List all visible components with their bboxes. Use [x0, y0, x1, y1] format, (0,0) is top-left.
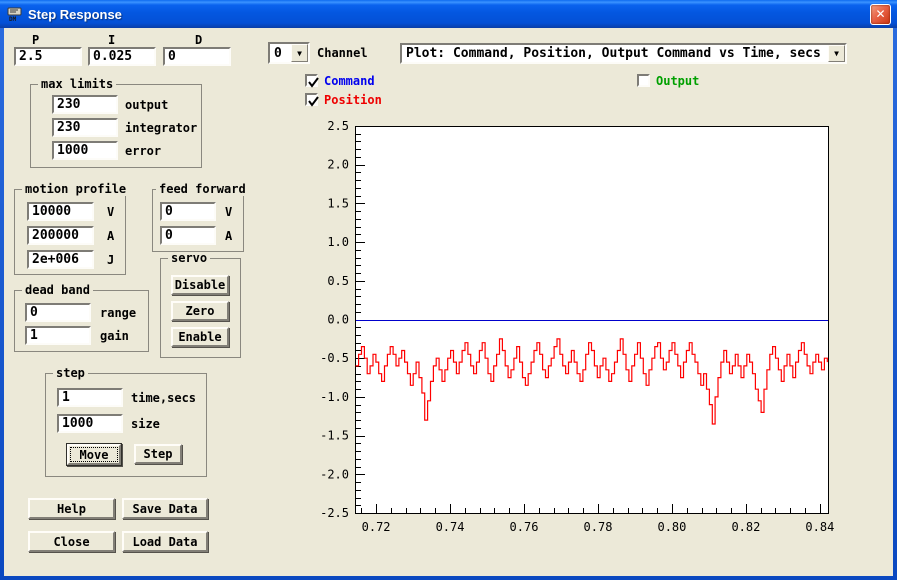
i-input[interactable]	[88, 47, 156, 66]
p-label: P	[32, 34, 39, 47]
servo-group: servo Disable Zero Enable	[160, 258, 241, 358]
profile-a-input[interactable]	[27, 226, 94, 245]
ff-v-label: V	[225, 206, 232, 219]
ff-a-label: A	[225, 230, 232, 243]
profile-j-label: J	[107, 254, 114, 267]
max-error-input[interactable]	[52, 141, 118, 160]
svg-text:0.72: 0.72	[362, 520, 391, 534]
channel-value: 0	[270, 46, 291, 61]
step-button[interactable]: Step	[134, 444, 182, 464]
max-output-label: output	[125, 99, 168, 112]
profile-v-input[interactable]	[27, 202, 94, 221]
step-size-input[interactable]	[57, 414, 123, 433]
channel-select[interactable]: 0 ▼	[268, 42, 310, 64]
profile-v-label: V	[107, 206, 114, 219]
dead-band-group: dead band range gain	[14, 290, 149, 352]
enable-button[interactable]: Enable	[171, 327, 229, 347]
step-title: step	[53, 367, 88, 380]
save-data-button[interactable]: Save Data	[122, 498, 208, 519]
command-checkbox[interactable]	[305, 74, 318, 87]
window-title: Step Response	[28, 7, 122, 22]
svg-text:0.80: 0.80	[657, 520, 686, 534]
position-checkbox[interactable]	[305, 93, 318, 106]
chevron-down-icon[interactable]: ▼	[291, 44, 308, 62]
ff-v-input[interactable]	[160, 202, 216, 221]
step-group: step time,secs size Move Step	[45, 373, 207, 477]
svg-text:1.5: 1.5	[327, 196, 349, 210]
d-label: D	[195, 34, 202, 47]
close-button[interactable]: ✕	[870, 4, 891, 25]
move-button[interactable]: Move	[67, 444, 121, 465]
max-output-input[interactable]	[52, 95, 118, 114]
app-icon: DM	[7, 6, 23, 22]
gain-input[interactable]	[25, 326, 91, 345]
max-limits-title: max limits	[38, 78, 116, 91]
ff-a-input[interactable]	[160, 226, 216, 245]
servo-title: servo	[168, 252, 210, 265]
svg-text:0.78: 0.78	[584, 520, 613, 534]
svg-text:-1.5: -1.5	[320, 429, 349, 443]
svg-text:-2.0: -2.0	[320, 467, 349, 481]
disable-button[interactable]: Disable	[171, 275, 229, 295]
close-icon: ✕	[875, 7, 885, 21]
svg-text:-0.5: -0.5	[320, 351, 349, 365]
svg-text:0.82: 0.82	[731, 520, 760, 534]
plot-area: 2.5 2.0 1.5 1.0 0.5 0.0 -0.5 -1.0 -1.5 -2.0 -2.5 0.…	[295, 118, 855, 558]
title-bar[interactable]: DM Step Response ✕	[0, 0, 897, 28]
channel-label: Channel	[317, 47, 368, 60]
svg-text:0.84: 0.84	[805, 520, 834, 534]
help-button[interactable]: Help	[28, 498, 115, 519]
svg-text:DM: DM	[9, 16, 17, 22]
step-time-label: time,secs	[131, 392, 196, 405]
profile-j-input[interactable]	[27, 250, 94, 269]
motion-profile-group: motion profile V A J	[14, 189, 126, 275]
svg-text:1.0: 1.0	[327, 235, 349, 249]
output-checkbox[interactable]	[637, 74, 650, 87]
svg-text:-1.0: -1.0	[320, 390, 349, 404]
range-label: range	[100, 307, 136, 320]
svg-text:-2.5: -2.5	[320, 506, 349, 520]
plot-mode-select[interactable]: Plot: Command, Position, Output Command …	[400, 43, 847, 64]
svg-text:0.76: 0.76	[510, 520, 539, 534]
chevron-down-icon[interactable]: ▼	[828, 45, 845, 62]
i-label: I	[108, 34, 115, 47]
load-data-button[interactable]: Load Data	[122, 531, 208, 552]
motion-profile-title: motion profile	[22, 183, 129, 196]
max-limits-group: max limits output integrator error	[30, 84, 202, 168]
app-window: DM Step Response ✕ P I D 0 ▼ Channel Plo…	[0, 0, 897, 580]
feed-forward-group: feed forward V A	[152, 189, 244, 252]
command-checkbox-label: Command	[324, 74, 375, 88]
dead-band-title: dead band	[22, 284, 93, 297]
max-integrator-input[interactable]	[52, 118, 118, 137]
feed-forward-title: feed forward	[156, 183, 249, 196]
profile-a-label: A	[107, 230, 114, 243]
close-window-button[interactable]: Close	[28, 531, 115, 552]
step-size-label: size	[131, 418, 160, 431]
svg-text:2.0: 2.0	[327, 158, 349, 172]
d-input[interactable]	[163, 47, 231, 66]
gain-label: gain	[100, 330, 129, 343]
range-input[interactable]	[25, 303, 91, 322]
position-checkbox-label: Position	[324, 93, 382, 107]
svg-text:0.0: 0.0	[327, 313, 349, 327]
p-input[interactable]	[14, 47, 82, 66]
svg-text:0.74: 0.74	[436, 520, 465, 534]
zero-button[interactable]: Zero	[171, 301, 229, 321]
max-error-label: error	[125, 145, 161, 158]
plot-canvas: 2.5 2.0 1.5 1.0 0.5 0.0 -0.5 -1.0 -1.5 -2.0 -2.5 0.…	[295, 118, 855, 558]
output-checkbox-label: Output	[656, 74, 699, 88]
svg-text:0.5: 0.5	[327, 274, 349, 288]
svg-text:2.5: 2.5	[327, 119, 349, 133]
step-time-input[interactable]	[57, 388, 123, 407]
window-body: P I D 0 ▼ Channel Plot: Command, Positio…	[4, 28, 893, 576]
max-integrator-label: integrator	[125, 122, 197, 135]
plot-mode-value: Plot: Command, Position, Output Command …	[402, 46, 828, 61]
